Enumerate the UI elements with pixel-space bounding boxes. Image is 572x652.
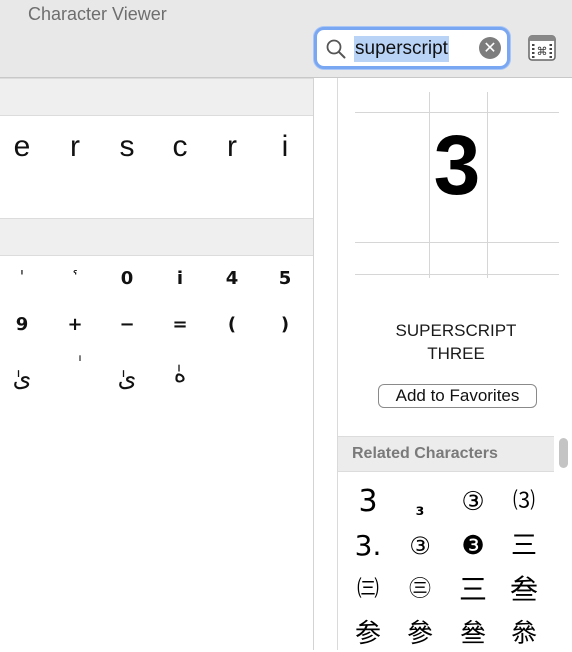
character-cell[interactable]: ˤ (55, 268, 95, 281)
scrollbar[interactable] (559, 438, 568, 468)
section-header (0, 78, 313, 116)
preview-character: 3 (433, 118, 481, 212)
character-cell[interactable]: = (160, 314, 200, 335)
clear-search-icon[interactable]: ✕ (479, 37, 501, 59)
section-header (0, 218, 313, 256)
title-bar: Character Viewer superscript ✕ ⌘ (0, 0, 572, 78)
character-cell[interactable]: c (160, 130, 200, 164)
related-character[interactable]: 3. (342, 528, 394, 564)
character-name: SUPERSCRIPT THREE (395, 321, 517, 363)
character-cell[interactable]: r (212, 130, 252, 164)
character-cell[interactable]: + (55, 314, 95, 335)
character-cell[interactable]: 5 (265, 268, 305, 289)
related-character[interactable]: ③ (447, 484, 499, 520)
character-cell[interactable]: ˡ (2, 268, 42, 281)
character-cell[interactable]: i (160, 268, 200, 289)
related-character[interactable]: ③ (394, 528, 446, 564)
related-character[interactable]: 叁 (498, 572, 550, 608)
character-cell[interactable]: ىٰ (2, 364, 42, 392)
related-character[interactable]: 三 (447, 572, 499, 608)
character-cell[interactable]: ) (265, 314, 305, 335)
guide-line (355, 274, 559, 275)
character-cell[interactable]: i (265, 130, 305, 164)
related-character[interactable]: 3 (342, 484, 394, 520)
character-cell[interactable]: e (2, 130, 42, 164)
related-character[interactable]: 参 (342, 616, 394, 652)
character-cell[interactable]: 4 (212, 268, 252, 289)
character-cell[interactable]: هٰ (160, 360, 200, 388)
related-character[interactable]: 參 (394, 616, 446, 652)
related-characters-header: Related Characters (338, 436, 554, 472)
character-cell[interactable]: 9 (2, 314, 42, 335)
character-cell[interactable]: ىٰ (107, 364, 147, 392)
results-pane: e r s c r i ˡ ˤ 0 i 4 5 9 + − = ( ) ىٰ ٰ… (0, 78, 314, 650)
character-cell[interactable]: ( (212, 314, 252, 335)
add-to-favorites-button[interactable]: Add to Favorites (378, 384, 537, 408)
character-cell[interactable]: s (107, 130, 147, 164)
guide-line (355, 242, 559, 243)
search-field[interactable]: superscript ✕ (314, 27, 510, 69)
character-cell[interactable]: ٰ (55, 354, 95, 378)
window-title: Character Viewer (28, 4, 167, 24)
related-character[interactable]: 叅 (498, 616, 550, 652)
letters-row: e r s c r i (0, 116, 313, 218)
related-character[interactable]: ❸ (447, 528, 499, 564)
related-character[interactable]: ₃ (394, 490, 446, 526)
related-character[interactable]: ㊂ (394, 572, 446, 608)
character-cell[interactable]: r (55, 130, 95, 164)
keyboard-viewer-icon[interactable]: ⌘ (528, 35, 556, 61)
related-characters-title: Related Characters (352, 445, 498, 462)
divider (337, 78, 338, 650)
related-character[interactable]: ⑶ (498, 484, 550, 520)
character-preview: 3 (355, 92, 559, 278)
svg-text:⌘: ⌘ (537, 45, 548, 58)
related-character[interactable]: 叄 (447, 616, 499, 652)
search-input[interactable]: superscript (354, 36, 449, 62)
character-cell[interactable]: − (107, 314, 147, 335)
search-icon (326, 39, 346, 59)
related-character[interactable]: 三 (498, 528, 550, 564)
related-character[interactable]: ㈢ (342, 572, 394, 608)
character-cell[interactable]: 0 (107, 268, 147, 289)
